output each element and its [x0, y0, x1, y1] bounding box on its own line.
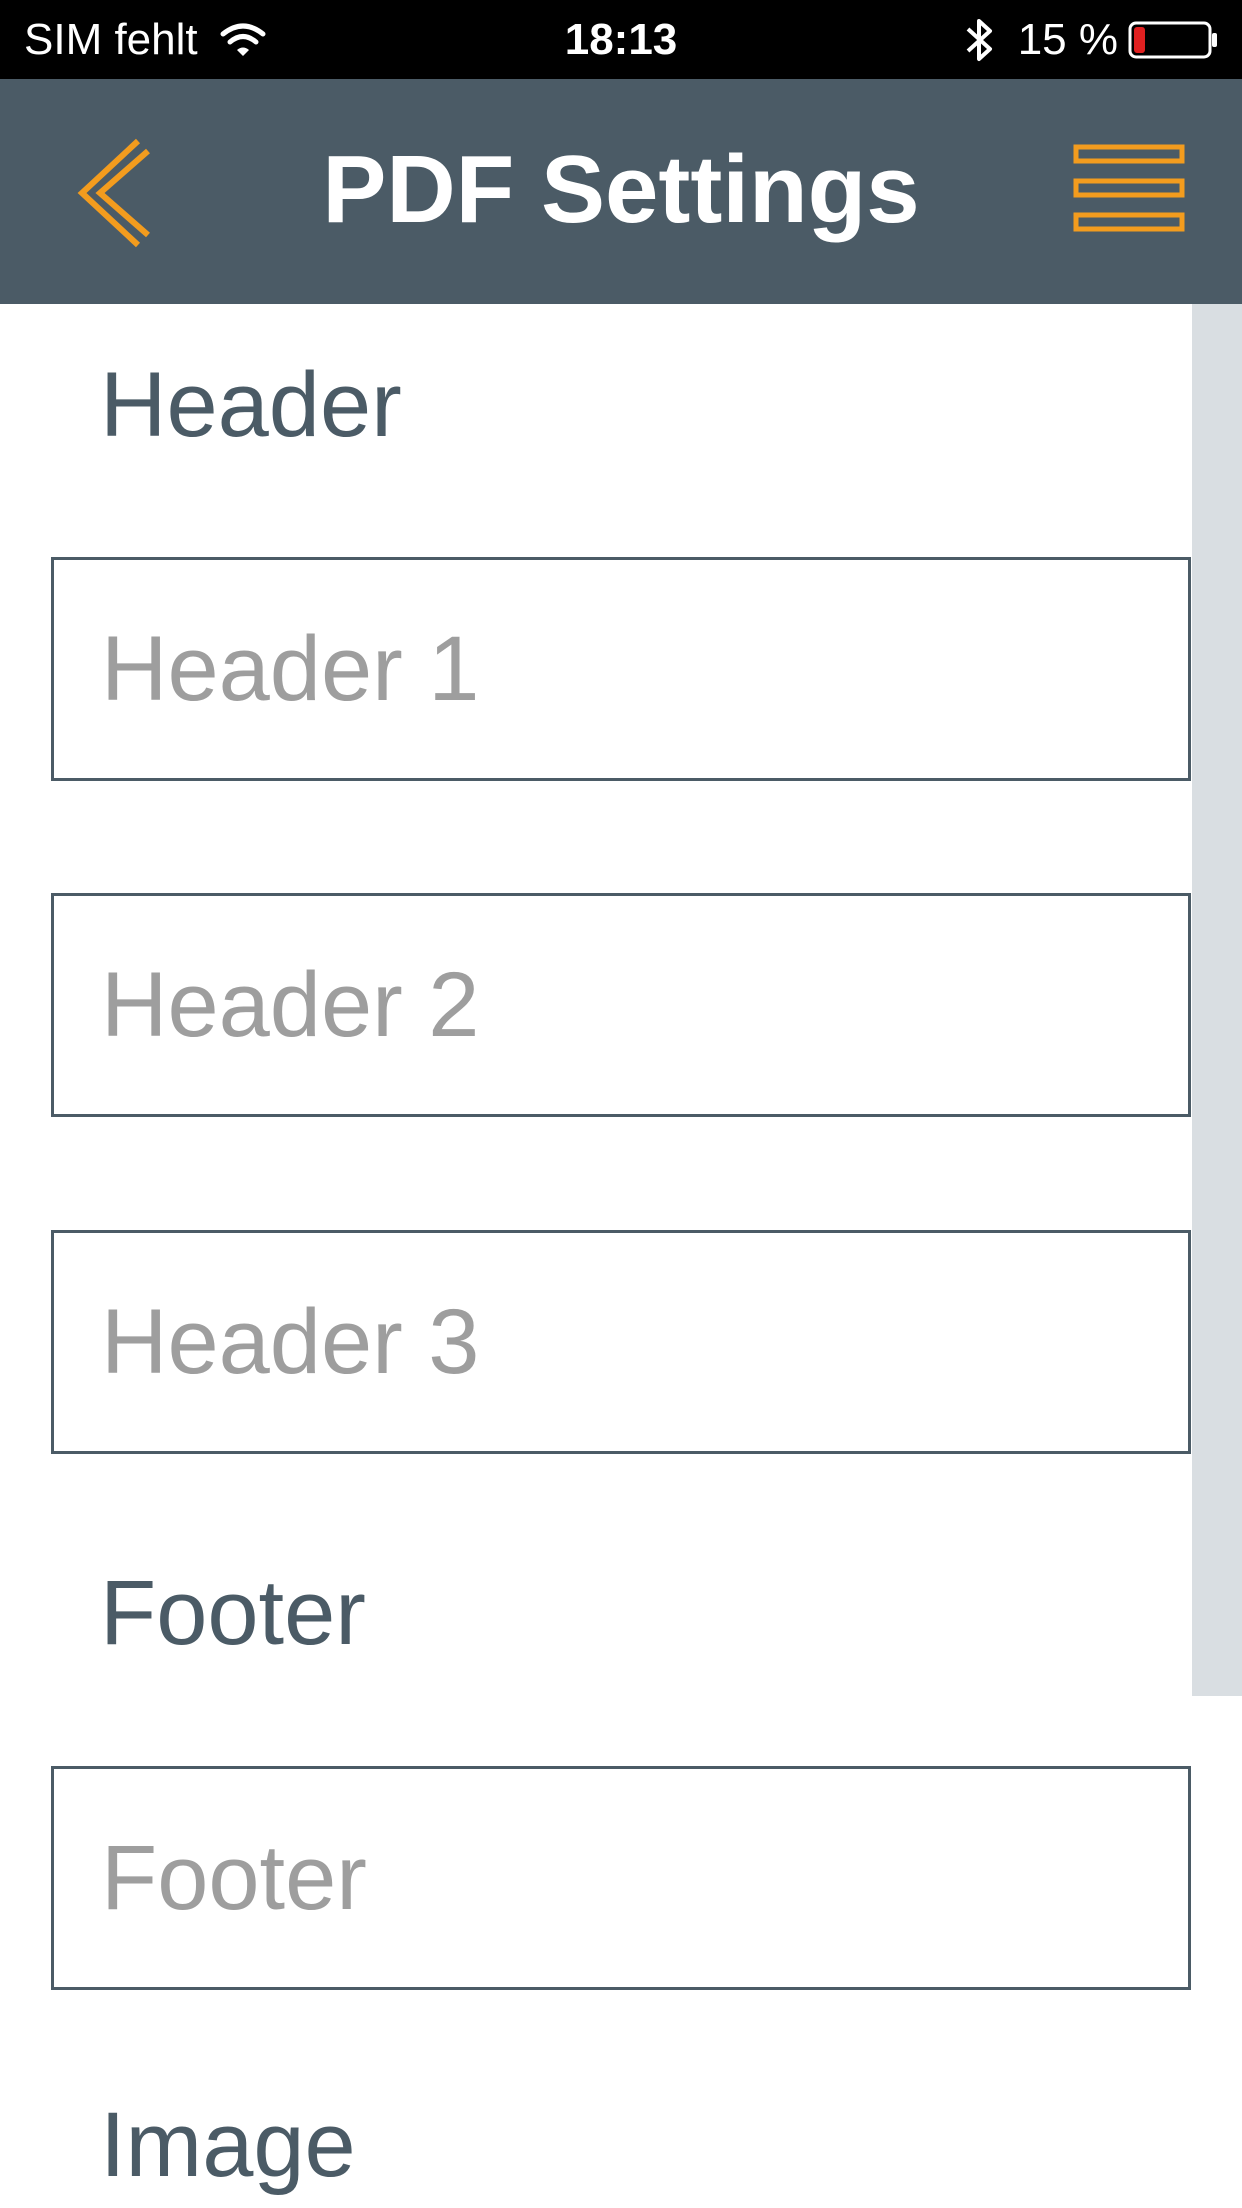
header-3-input[interactable]: [51, 1230, 1191, 1454]
battery-icon: [1128, 21, 1217, 59]
section-label-footer: Footer: [100, 1562, 366, 1664]
menu-button[interactable]: [1066, 135, 1190, 241]
page-title: PDF Settings: [322, 136, 920, 243]
hamburger-menu-icon: [1073, 144, 1185, 232]
section-label-image: Image: [100, 2094, 356, 2196]
header-2-input[interactable]: [51, 893, 1191, 1117]
header-1-input[interactable]: [51, 557, 1191, 781]
section-label-header: Header: [100, 354, 402, 456]
battery-percent: 15 %: [1017, 15, 1118, 64]
scroll-indicator[interactable]: [1192, 304, 1242, 1696]
footer-input[interactable]: [51, 1766, 1191, 1990]
status-bar: SIM fehlt 18:13 15 %: [0, 0, 1242, 79]
status-right: 15 %: [962, 14, 1220, 66]
navigation-bar: PDF Settings: [0, 79, 1242, 304]
bluetooth-icon: [966, 19, 992, 61]
